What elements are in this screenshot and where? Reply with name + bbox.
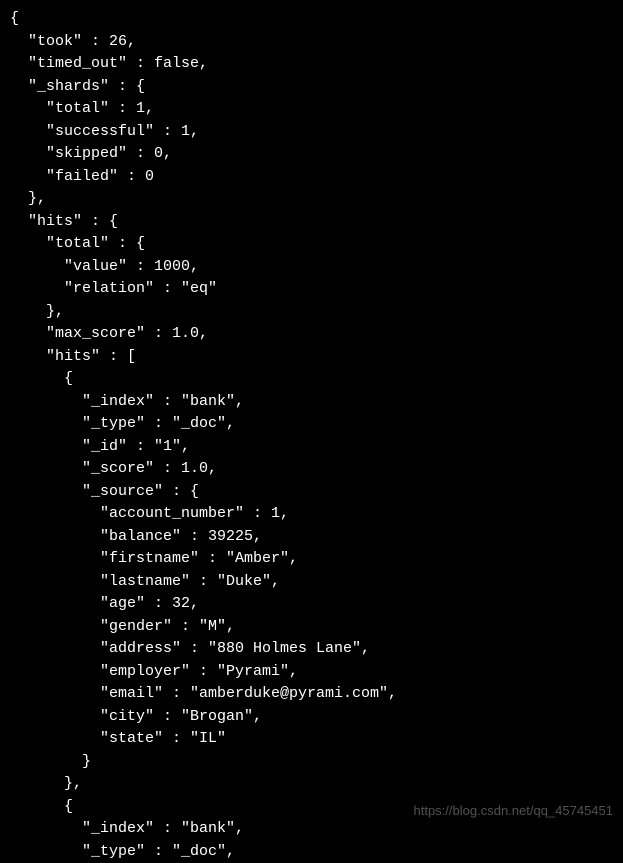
code-line: "_type" : "_doc", <box>10 843 235 860</box>
code-line: { <box>10 798 73 815</box>
code-line: "_id" : "1", <box>10 438 190 455</box>
code-line: "email" : "amberduke@pyrami.com", <box>10 685 397 702</box>
code-line: } <box>10 753 91 770</box>
code-line: "firstname" : "Amber", <box>10 550 298 567</box>
code-line: "balance" : 39225, <box>10 528 262 545</box>
code-line: "city" : "Brogan", <box>10 708 262 725</box>
code-line: { <box>10 10 19 27</box>
code-line: "_score" : 1.0, <box>10 460 217 477</box>
code-line: "lastname" : "Duke", <box>10 573 280 590</box>
code-line: "failed" : 0 <box>10 168 154 185</box>
code-line: "max_score" : 1.0, <box>10 325 208 342</box>
code-line: "_index" : "bank", <box>10 393 244 410</box>
code-line: "_source" : { <box>10 483 199 500</box>
code-line: "_type" : "_doc", <box>10 415 235 432</box>
code-line: "timed_out" : false, <box>10 55 208 72</box>
code-line: "gender" : "M", <box>10 618 235 635</box>
code-line: "total" : { <box>10 235 145 252</box>
code-line: "_shards" : { <box>10 78 145 95</box>
code-line: }, <box>10 775 82 792</box>
json-output: { "took" : 26, "timed_out" : false, "_sh… <box>10 8 613 863</box>
code-line: "address" : "880 Holmes Lane", <box>10 640 370 657</box>
code-line: "skipped" : 0, <box>10 145 172 162</box>
code-line: }, <box>10 190 46 207</box>
code-line: "value" : 1000, <box>10 258 199 275</box>
code-line: }, <box>10 303 64 320</box>
code-line: "age" : 32, <box>10 595 199 612</box>
code-line: "hits" : [ <box>10 348 136 365</box>
code-line: "relation" : "eq" <box>10 280 217 297</box>
code-line: "took" : 26, <box>10 33 136 50</box>
code-line: { <box>10 370 73 387</box>
code-line: "state" : "IL" <box>10 730 226 747</box>
code-line: "hits" : { <box>10 213 118 230</box>
code-line: "account_number" : 1, <box>10 505 289 522</box>
code-line: "total" : 1, <box>10 100 154 117</box>
code-line: "_index" : "bank", <box>10 820 244 837</box>
watermark-text: https://blog.csdn.net/qq_45745451 <box>414 801 614 821</box>
code-line: "employer" : "Pyrami", <box>10 663 298 680</box>
code-line: "successful" : 1, <box>10 123 199 140</box>
